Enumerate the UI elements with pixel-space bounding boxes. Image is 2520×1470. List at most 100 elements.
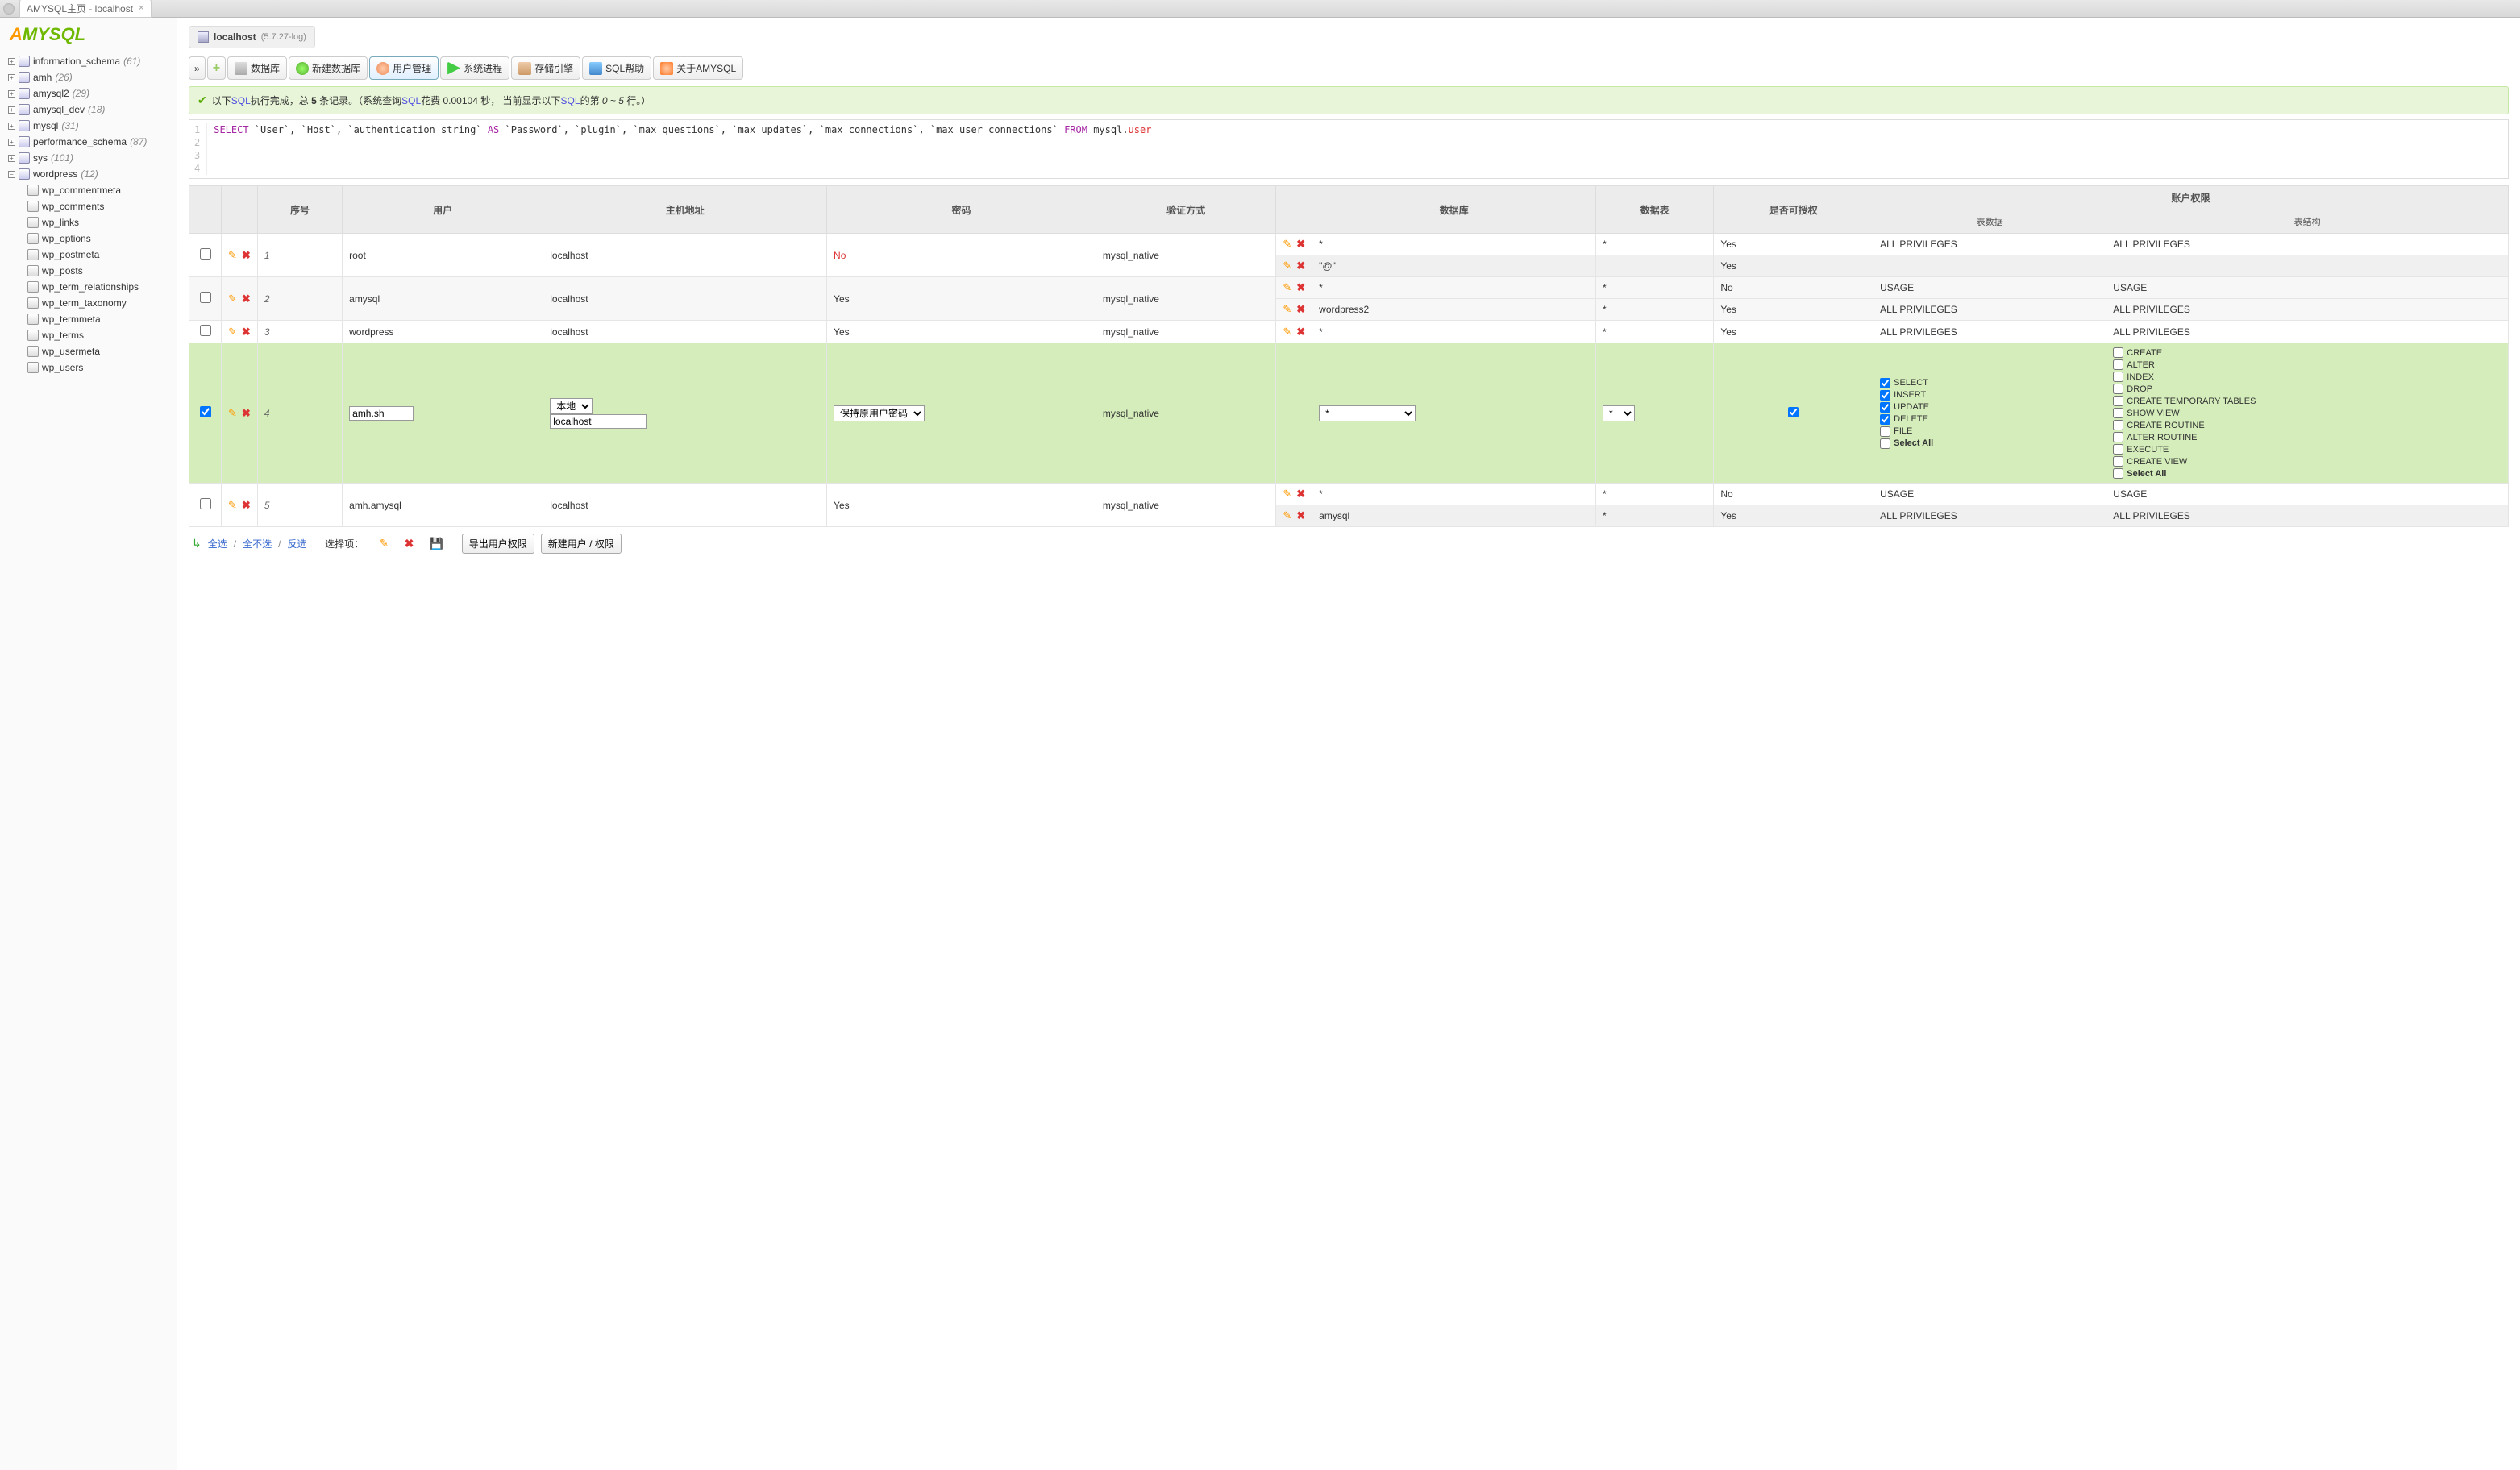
edit-icon[interactable]: ✎ bbox=[1283, 509, 1291, 522]
delete-icon[interactable]: ✖ bbox=[1296, 260, 1305, 272]
new-user-button[interactable]: 新建用户 / 权限 bbox=[541, 534, 622, 554]
edit-icon[interactable]: ✎ bbox=[228, 499, 237, 512]
delete-icon[interactable]: ✖ bbox=[1296, 509, 1305, 522]
priv-checkbox[interactable] bbox=[1880, 414, 1890, 425]
priv-checkbox[interactable] bbox=[2113, 408, 2123, 418]
edit-icon[interactable]: ✎ bbox=[380, 537, 389, 550]
col-password[interactable]: 密码 bbox=[827, 186, 1096, 234]
tree-db-item[interactable]: +sys (101) bbox=[6, 150, 170, 166]
browser-tab[interactable]: AMYSQL主页 - localhost ✕ bbox=[19, 0, 152, 18]
tree-db-item[interactable]: +amysql_dev (18) bbox=[6, 102, 170, 118]
delete-icon[interactable]: ✖ bbox=[1296, 238, 1305, 251]
tree-toggle-icon[interactable]: + bbox=[8, 90, 15, 98]
password-select[interactable]: 保持原用户密码 bbox=[834, 405, 925, 421]
tree-table-item[interactable]: wp_terms bbox=[26, 327, 170, 343]
select-all-link[interactable]: 全选 bbox=[208, 537, 227, 550]
add-button[interactable]: + bbox=[207, 56, 226, 80]
nav-more-button[interactable]: » bbox=[189, 56, 206, 80]
tree-toggle-icon[interactable]: + bbox=[8, 106, 15, 114]
toolbar-user-management[interactable]: 用户管理 bbox=[369, 56, 439, 80]
grant-checkbox[interactable] bbox=[1788, 407, 1799, 417]
edit-icon[interactable]: ✎ bbox=[1283, 260, 1291, 272]
tree-table-item[interactable]: wp_links bbox=[26, 214, 170, 230]
edit-icon[interactable]: ✎ bbox=[1283, 326, 1291, 338]
delete-icon[interactable]: ✖ bbox=[1296, 488, 1305, 500]
tree-table-item[interactable]: wp_users bbox=[26, 359, 170, 376]
col-user[interactable]: 用户 bbox=[343, 186, 543, 234]
col-priv-struct[interactable]: 表结构 bbox=[2106, 210, 2509, 234]
col-priv[interactable]: 账户权限 bbox=[1873, 186, 2509, 210]
delete-icon[interactable]: ✖ bbox=[242, 249, 251, 262]
col-auth[interactable]: 验证方式 bbox=[1096, 186, 1275, 234]
toolbar-processes[interactable]: 系统进程 bbox=[440, 56, 509, 80]
priv-checkbox[interactable] bbox=[2113, 372, 2123, 382]
tree-db-item[interactable]: +amh (26) bbox=[6, 69, 170, 85]
priv-checkbox[interactable] bbox=[2113, 468, 2123, 479]
toolbar-databases[interactable]: 数据库 bbox=[227, 56, 287, 80]
tree-table-item[interactable]: wp_postmeta bbox=[26, 247, 170, 263]
save-icon[interactable]: 💾 bbox=[430, 537, 443, 550]
priv-checkbox[interactable] bbox=[2113, 396, 2123, 406]
priv-checkbox[interactable] bbox=[2113, 347, 2123, 358]
delete-icon[interactable]: ✖ bbox=[405, 537, 414, 550]
tree-table-item[interactable]: wp_term_relationships bbox=[26, 279, 170, 295]
priv-checkbox[interactable] bbox=[1880, 402, 1890, 413]
edit-icon[interactable]: ✎ bbox=[1283, 488, 1291, 500]
priv-checkbox[interactable] bbox=[2113, 456, 2123, 467]
tree-db-item[interactable]: +amysql2 (29) bbox=[6, 85, 170, 102]
col-tables[interactable]: 数据表 bbox=[1595, 186, 1713, 234]
priv-checkbox[interactable] bbox=[2113, 420, 2123, 430]
row-checkbox[interactable] bbox=[200, 325, 211, 336]
col-priv-data[interactable]: 表数据 bbox=[1873, 210, 2106, 234]
row-checkbox[interactable] bbox=[200, 292, 211, 303]
col-host[interactable]: 主机地址 bbox=[543, 186, 827, 234]
delete-icon[interactable]: ✖ bbox=[242, 407, 251, 420]
edit-icon[interactable]: ✎ bbox=[1283, 303, 1291, 316]
tree-toggle-icon[interactable]: + bbox=[8, 58, 15, 65]
edit-icon[interactable]: ✎ bbox=[228, 249, 237, 262]
col-seq[interactable]: 序号 bbox=[257, 186, 342, 234]
tree-table-item[interactable]: wp_term_taxonomy bbox=[26, 295, 170, 311]
priv-checkbox[interactable] bbox=[1880, 438, 1890, 449]
tree-table-item[interactable]: wp_comments bbox=[26, 198, 170, 214]
priv-checkbox[interactable] bbox=[1880, 426, 1890, 437]
toolbar-about[interactable]: 关于AMYSQL bbox=[653, 56, 743, 80]
tree-table-item[interactable]: wp_options bbox=[26, 230, 170, 247]
edit-icon[interactable]: ✎ bbox=[1283, 238, 1291, 251]
row-checkbox[interactable] bbox=[200, 498, 211, 509]
table-select[interactable]: * bbox=[1603, 405, 1635, 421]
delete-icon[interactable]: ✖ bbox=[1296, 326, 1305, 338]
edit-icon[interactable]: ✎ bbox=[228, 293, 237, 305]
priv-checkbox[interactable] bbox=[1880, 378, 1890, 388]
invert-link[interactable]: 反选 bbox=[287, 537, 306, 550]
tree-db-item[interactable]: +information_schema (61) bbox=[6, 53, 170, 69]
priv-checkbox[interactable] bbox=[1880, 390, 1890, 401]
delete-icon[interactable]: ✖ bbox=[1296, 281, 1305, 294]
close-icon[interactable]: ✕ bbox=[138, 4, 144, 13]
tree-db-item[interactable]: +performance_schema (87) bbox=[6, 134, 170, 150]
row-checkbox[interactable] bbox=[200, 248, 211, 260]
user-input[interactable] bbox=[349, 406, 414, 421]
priv-checkbox[interactable] bbox=[2113, 384, 2123, 394]
host-type-select[interactable]: 本地 bbox=[550, 398, 593, 414]
host-input[interactable] bbox=[550, 414, 647, 429]
toolbar-new-database[interactable]: 新建数据库 bbox=[289, 56, 368, 80]
tree-db-item[interactable]: −wordpress (12) bbox=[6, 166, 170, 182]
tree-toggle-icon[interactable]: + bbox=[8, 74, 15, 81]
db-select[interactable]: * bbox=[1319, 405, 1416, 421]
edit-icon[interactable]: ✎ bbox=[228, 326, 237, 338]
tree-db-item[interactable]: +mysql (31) bbox=[6, 118, 170, 134]
tree-toggle-icon[interactable]: + bbox=[8, 155, 15, 162]
col-grant[interactable]: 是否可授权 bbox=[1714, 186, 1873, 234]
select-none-link[interactable]: 全不选 bbox=[243, 537, 272, 550]
tree-table-item[interactable]: wp_commentmeta bbox=[26, 182, 170, 198]
priv-checkbox[interactable] bbox=[2113, 359, 2123, 370]
priv-checkbox[interactable] bbox=[2113, 432, 2123, 442]
toolbar-sql-help[interactable]: SQL帮助 bbox=[582, 56, 651, 80]
tree-toggle-icon[interactable]: − bbox=[8, 171, 15, 178]
window-control-icon[interactable] bbox=[3, 3, 15, 15]
delete-icon[interactable]: ✖ bbox=[1296, 303, 1305, 316]
tree-table-item[interactable]: wp_posts bbox=[26, 263, 170, 279]
row-checkbox[interactable] bbox=[200, 406, 211, 417]
edit-icon[interactable]: ✎ bbox=[228, 407, 237, 420]
